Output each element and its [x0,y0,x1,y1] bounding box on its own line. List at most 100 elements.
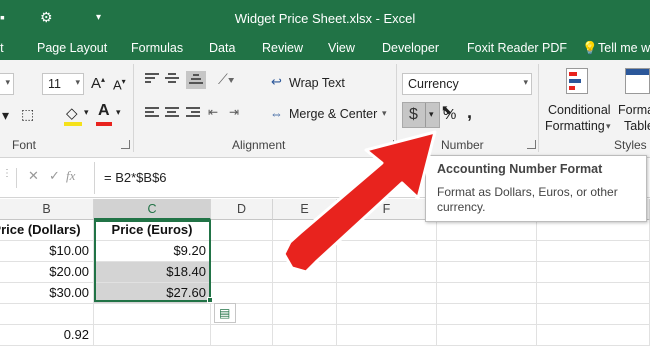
name-box-caret-icon[interactable]: ⋮ [2,168,12,179]
cell-h4[interactable] [537,283,650,304]
tab-review[interactable]: Review [262,41,303,55]
number-format-value: Currency [408,77,459,91]
cell-c6[interactable] [94,325,211,346]
format-as-table-icon[interactable] [625,68,650,94]
cell-h5[interactable] [537,304,650,325]
merge-center-button[interactable]: Merge & Center [289,107,377,121]
cell-h3[interactable] [537,262,650,283]
decrease-font-icon[interactable]: A▾ [113,77,126,92]
fill-handle[interactable] [207,297,213,303]
accounting-dropdown-caret-icon[interactable]: ▾ [429,109,434,120]
insert-function-icon[interactable]: fx [66,168,75,184]
tab-developer[interactable]: Developer [382,41,439,55]
merge-center-icon[interactable]: ⇔ [270,106,283,121]
cell-g4[interactable] [437,283,537,304]
accounting-number-format-button[interactable]: $ ▾ [402,102,440,128]
format-as-table-label-1[interactable]: Forma [618,103,650,117]
annotation-arrow-icon [282,130,437,274]
quick-analysis-button[interactable]: ▤ [214,303,236,323]
number-format-dropdown[interactable]: Currency ▾ [402,73,532,95]
cell-h1[interactable] [537,220,650,241]
cell-g1[interactable] [437,220,537,241]
cell-c5[interactable] [94,304,211,325]
wrap-text-icon[interactable]: ↩ [271,74,282,90]
tab-page-layout[interactable]: Page Layout [37,41,107,55]
cell-g5[interactable] [437,304,537,325]
formula-text: = B2*$B$6 [104,170,167,185]
tab-foxit-reader-pdf[interactable]: Foxit Reader PDF [467,41,567,55]
font-size-dropdown[interactable]: 11 ▾ [42,73,84,95]
conditional-formatting-label-2[interactable]: Formatting [545,119,605,133]
cell-f4[interactable] [337,283,437,304]
tab-insert[interactable]: rt [0,41,4,55]
format-as-table-label-2[interactable]: Table [624,119,650,133]
tab-view[interactable]: View [328,41,355,55]
conditional-formatting-icon[interactable] [566,68,588,94]
cell-g6[interactable] [437,325,537,346]
cell-d2[interactable] [211,241,273,262]
cell-e6[interactable] [273,325,337,346]
cell-b2[interactable]: $10.00 [0,241,94,262]
decrease-indent-icon[interactable]: ⇤ [208,105,218,119]
comma-style-button[interactable]: , [467,102,472,123]
cell-h2[interactable] [537,241,650,262]
font-name-dropdown[interactable]: ▾ [0,73,14,95]
font-color-icon[interactable]: A [98,102,110,120]
merge-center-caret-icon[interactable]: ▾ [382,108,387,119]
cell-f5[interactable] [337,304,437,325]
percent-style-button[interactable]: % [443,106,456,123]
cell-b1[interactable]: Price (Dollars) [0,220,94,241]
cell-d6[interactable] [211,325,273,346]
font-color-caret-icon[interactable]: ▾ [116,107,121,118]
column-header-b[interactable]: B [0,199,94,220]
dollar-sign-icon: $ [409,106,418,123]
tab-formulas[interactable]: Formulas [131,41,183,55]
quick-analysis-icon: ▤ [219,306,231,320]
tab-data[interactable]: Data [209,41,235,55]
cell-e4[interactable] [273,283,337,304]
highlight-fill-icon[interactable]: ◇ [66,104,78,122]
selection-range [94,220,211,302]
cell-g3[interactable] [437,262,537,283]
cell-d3[interactable] [211,262,273,283]
cancel-icon[interactable]: ✕ [28,168,39,184]
column-header-d[interactable]: D [211,199,273,220]
cell-f6[interactable] [337,325,437,346]
cell-g2[interactable] [437,241,537,262]
cell-b6[interactable]: 0.92 [0,325,94,346]
increase-font-icon[interactable]: A▴ [91,75,105,92]
orientation-icon[interactable]: ⟋▾ [218,71,235,88]
wrap-text-button[interactable]: Wrap Text [289,76,345,90]
column-header-c[interactable]: C [94,199,211,220]
borders-icon[interactable]: ▾ [2,107,9,124]
cell-d4[interactable] [211,283,273,304]
align-right-icon[interactable] [186,107,200,119]
align-bottom-icon[interactable] [186,71,206,89]
conditional-formatting-caret-icon[interactable]: ▾ [606,121,611,132]
increase-indent-icon[interactable]: ⇥ [229,105,239,119]
align-top-icon[interactable] [145,73,159,85]
cell-b4[interactable]: $30.00 [0,283,94,304]
conditional-formatting-label-1[interactable]: Conditional [548,103,611,117]
group-divider [538,64,539,152]
cell-e5[interactable] [273,304,337,325]
align-middle-icon[interactable] [165,73,179,85]
ribbon-tab-bar: rt Page Layout Formulas Data Review View… [0,36,650,60]
align-center-icon[interactable] [165,107,179,119]
enter-icon[interactable]: ✓ [49,168,60,184]
tooltip-description: Format as Dollars, Euros, or other curre… [437,185,618,214]
font-dialog-launcher-icon[interactable] [121,140,130,149]
cell-b5[interactable] [0,304,94,325]
fill-color-icon[interactable]: ⬚ [21,106,34,123]
formula-bar-divider [16,168,17,188]
number-dialog-launcher-icon[interactable] [527,140,536,149]
cell-h6[interactable] [537,325,650,346]
tell-me-search[interactable]: Tell me w [598,41,650,55]
cell-d1[interactable] [211,220,273,241]
cell-b3[interactable]: $20.00 [0,262,94,283]
title-bar: ▪ ⚙ ▾ Widget Price Sheet.xlsx - Excel [0,0,650,36]
lightbulb-icon: 💡 [582,41,598,55]
align-left-icon[interactable] [145,107,159,119]
group-label-font: Font [12,138,37,152]
fill-color-caret-icon[interactable]: ▾ [84,107,89,118]
